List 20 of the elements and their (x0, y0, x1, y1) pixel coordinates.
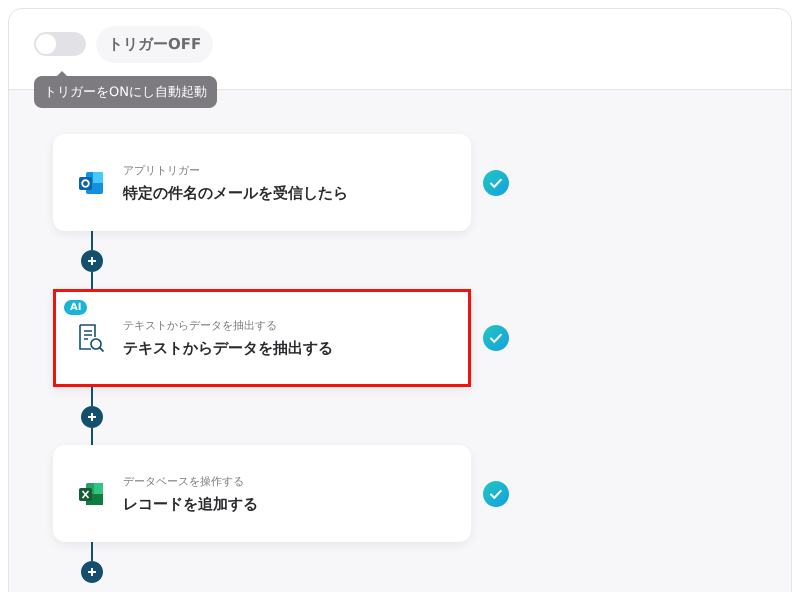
plus-icon (87, 412, 97, 422)
step-card[interactable]: データベースを操作する レコードを追加する (53, 445, 471, 542)
step-title: 特定の件名のメールを受信したら (123, 184, 348, 202)
tooltip: トリガーをONにし自動起動 (34, 76, 217, 108)
add-step-button[interactable] (81, 250, 103, 272)
step-card[interactable]: アプリトリガー 特定の件名のメールを受信したら (53, 134, 471, 231)
trigger-status: トリガーOFF (96, 26, 214, 62)
plus-icon (87, 567, 97, 577)
step-title: テキストからデータを抽出する (123, 339, 333, 358)
step-type: テキストからデータを抽出する (123, 318, 278, 333)
step-type: アプリトリガー (123, 162, 201, 178)
plus-icon (87, 256, 97, 266)
step-title: レコードを追加する (123, 494, 258, 514)
trigger-toggle[interactable] (34, 32, 86, 56)
step-card[interactable]: AI テキストからデータを抽出する テキストからデータを抽出する (53, 289, 471, 387)
document-search-icon (77, 323, 105, 353)
add-step-button[interactable] (81, 561, 103, 583)
step-type: データベースを操作する (123, 474, 245, 488)
add-step-button[interactable] (81, 406, 103, 428)
ai-badge: AI (64, 300, 88, 315)
